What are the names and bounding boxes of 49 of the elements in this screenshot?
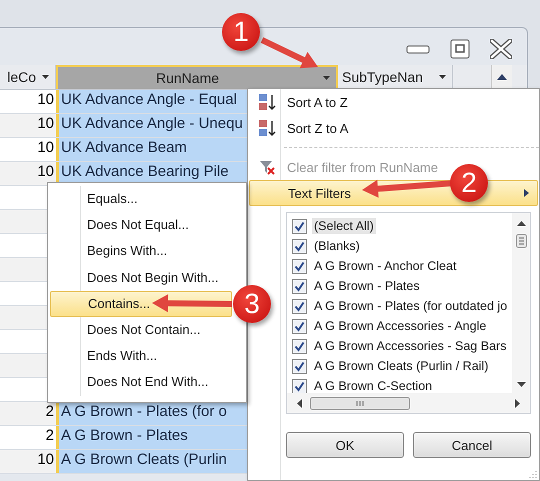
minimize-icon[interactable]: [406, 44, 430, 54]
table-cell-text: 2: [44, 402, 55, 422]
dropdown-icon[interactable]: [439, 75, 446, 79]
checkbox[interactable]: [292, 298, 307, 314]
checkbox[interactable]: [292, 378, 307, 393]
table-cell-text: 10: [36, 90, 55, 110]
list-item[interactable]: (Blanks): [312, 238, 362, 254]
list-item[interactable]: A G Brown Cleats (Purlin / Rail): [312, 358, 490, 374]
callout-badge: 1: [222, 13, 260, 51]
checkbox[interactable]: [292, 358, 307, 374]
scroll-right-icon[interactable]: [515, 398, 520, 408]
dropdown-icon[interactable]: [42, 75, 49, 79]
scroll-left-icon[interactable]: [297, 398, 302, 408]
scroll-thumb[interactable]: [310, 396, 410, 410]
dialog-button[interactable]: OK: [286, 432, 404, 458]
table-cell-text: 10: [36, 114, 55, 134]
list-item[interactable]: (Select All): [312, 218, 376, 234]
dialog-button[interactable]: Cancel: [413, 432, 531, 458]
checkbox[interactable]: [292, 338, 307, 354]
list-item[interactable]: A G Brown - Anchor Cleat: [312, 258, 458, 274]
checkbox[interactable]: [292, 258, 307, 274]
list-item[interactable]: A G Brown C-Section: [312, 378, 434, 393]
dropdown-icon[interactable]: [323, 76, 330, 80]
table-cell-text: 10: [36, 450, 55, 470]
scroll-thumb[interactable]: [516, 234, 526, 248]
close-icon[interactable]: [490, 38, 512, 58]
list-item[interactable]: A G Brown Accessories - Angle: [312, 318, 488, 334]
checkbox[interactable]: [292, 318, 307, 334]
sort-icon: [258, 119, 276, 137]
column-header[interactable]: RunName: [56, 65, 338, 89]
scroll-down-icon[interactable]: [516, 382, 526, 387]
submenu-arrow-icon: [524, 189, 529, 197]
table-cell-text: 10: [36, 162, 55, 182]
checkbox[interactable]: [292, 238, 307, 254]
scrollbar[interactable]: [491, 65, 512, 89]
maximize-icon[interactable]: [450, 38, 470, 58]
scroll-up-icon[interactable]: [497, 74, 507, 80]
sort-icon: [258, 93, 276, 111]
scrollbar[interactable]: [512, 213, 530, 393]
table-cell-text: 10: [36, 138, 55, 158]
clear-filter-icon: [259, 159, 275, 175]
table-cell-text: 2: [44, 426, 55, 446]
list-item[interactable]: A G Brown - Plates: [312, 278, 422, 294]
resize-grip-icon[interactable]: [529, 470, 537, 478]
scroll-up-icon[interactable]: [516, 221, 526, 226]
checkbox[interactable]: [292, 278, 307, 294]
list-item[interactable]: A G Brown Accessories - Sag Bars: [312, 338, 508, 354]
checkbox[interactable]: [292, 218, 307, 234]
list-item[interactable]: A G Brown - Plates (for outdated jo: [312, 298, 510, 314]
